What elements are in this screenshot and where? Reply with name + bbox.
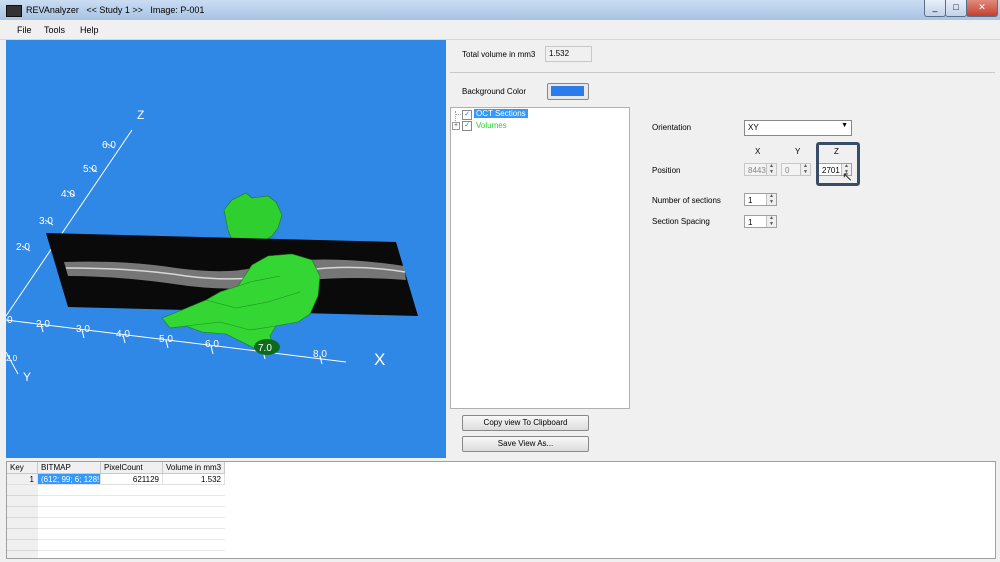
x-tick-0: 0 (7, 315, 13, 326)
x-tick-6: 6.0 (205, 339, 219, 350)
row-headers (7, 485, 38, 558)
chevron-down-icon: ▼ (841, 122, 848, 129)
z-axis-label: Z (137, 108, 145, 122)
number-of-sections-input[interactable]: 1 ▲ ▼ (744, 193, 777, 206)
z-tick-6: 6.0 (102, 140, 116, 151)
3d-viewport[interactable]: 6.0 5.0 4.0 3.0 2.0 Z 0 2.0 3.0 4.0 5.0 … (6, 40, 446, 458)
header-key[interactable]: Key (7, 462, 38, 474)
menu-help[interactable]: Help (80, 25, 99, 35)
x-tick-2: 2.0 (36, 319, 50, 330)
z-tick-2: 2.0 (16, 242, 30, 253)
orientation-select[interactable]: XY ▼ (744, 120, 852, 136)
table-row[interactable]: 1 (7, 474, 38, 485)
spin-arrows-icon[interactable]: ▲ ▼ (766, 193, 776, 205)
total-volume-value: 1.532 (545, 46, 592, 62)
background-color-button[interactable] (547, 83, 589, 100)
tree-item-oct-sections[interactable]: OCT Sections (474, 109, 528, 118)
volume-upper (223, 192, 283, 243)
close-button[interactable]: ✕ (966, 0, 998, 17)
z-tick-5: 5.0 (83, 164, 97, 175)
layers-tree[interactable]: ✓ OCT Sections + ✓ Volumes (450, 107, 630, 409)
empty-rows (38, 485, 225, 558)
save-view-button[interactable]: Save View As... (462, 436, 589, 452)
mouse-cursor-icon: ↖ (842, 169, 853, 184)
spin-arrows-icon[interactable]: ▲ ▼ (766, 163, 776, 175)
section-spacing-label: Section Spacing (652, 217, 710, 226)
x-tick-5: 5.0 (159, 334, 173, 345)
position-x-input[interactable]: 8443 ▲ ▼ (744, 163, 777, 176)
orientation-label: Orientation (652, 123, 692, 132)
cell-volume[interactable]: 1.532 (163, 474, 225, 485)
number-of-sections-label: Number of sections (652, 196, 721, 205)
column-x-label: X (755, 147, 761, 156)
z-highlight-frame (816, 142, 860, 186)
x-tick-7: 7.0 (258, 343, 272, 354)
x-tick-8: 8.0 (313, 349, 327, 360)
menu-bar: File Tools Help (0, 20, 1000, 40)
z-tick-3: 3.0 (39, 216, 53, 227)
3d-scene (6, 129, 418, 375)
expand-icon[interactable]: + (452, 122, 460, 130)
x-tick-4: 4.0 (116, 329, 130, 340)
menu-tools[interactable]: Tools (44, 25, 65, 35)
header-bitmap[interactable]: BITMAP (38, 462, 101, 474)
color-swatch (551, 86, 584, 96)
position-label: Position (652, 166, 681, 175)
maximize-button[interactable]: □ (945, 0, 967, 17)
control-panel: Total volume in mm3 1.532 Background Col… (450, 40, 995, 458)
background-color-label: Background Color (462, 87, 527, 96)
x-tick-3: 3.0 (76, 324, 90, 335)
z-tick-4: 4.0 (61, 189, 75, 200)
title-bar: REVAnalyzer << Study 1 >> Image: P-001 _… (0, 0, 1000, 21)
tree-item-volumes[interactable]: Volumes (476, 121, 507, 130)
section-spacing-input[interactable]: 1 ▲ ▼ (744, 215, 777, 228)
header-pixelcount[interactable]: PixelCount (101, 462, 163, 474)
minimize-button[interactable]: _ (924, 0, 946, 17)
divider (450, 72, 995, 73)
y-tick-2: 2.0 (6, 354, 18, 363)
spin-arrows-icon[interactable]: ▲ ▼ (766, 215, 776, 227)
x-axis-label: X (374, 350, 386, 369)
menu-file[interactable]: File (17, 25, 32, 35)
app-icon (6, 5, 22, 17)
spin-arrows-icon[interactable]: ▲ ▼ (800, 163, 810, 175)
y-axis-label: Y (23, 370, 32, 384)
total-volume-label: Total volume in mm3 (462, 50, 536, 59)
header-volume[interactable]: Volume in mm3 (163, 462, 225, 474)
orientation-value: XY (748, 123, 759, 132)
checkbox-oct-sections[interactable]: ✓ (462, 110, 472, 120)
window-title: REVAnalyzer << Study 1 >> Image: P-001 (26, 5, 205, 15)
cell-pixelcount[interactable]: 621129 (101, 474, 163, 485)
results-table[interactable]: Key BITMAP PixelCount Volume in mm3 1 (6… (6, 461, 996, 559)
position-y-input[interactable]: 0 ▲ ▼ (781, 163, 811, 176)
cell-bitmap[interactable]: (612; 99; 6; 128! (38, 474, 101, 485)
column-y-label: Y (795, 147, 801, 156)
copy-view-button[interactable]: Copy view To Clipboard (462, 415, 589, 431)
checkbox-volumes[interactable]: ✓ (462, 121, 472, 131)
